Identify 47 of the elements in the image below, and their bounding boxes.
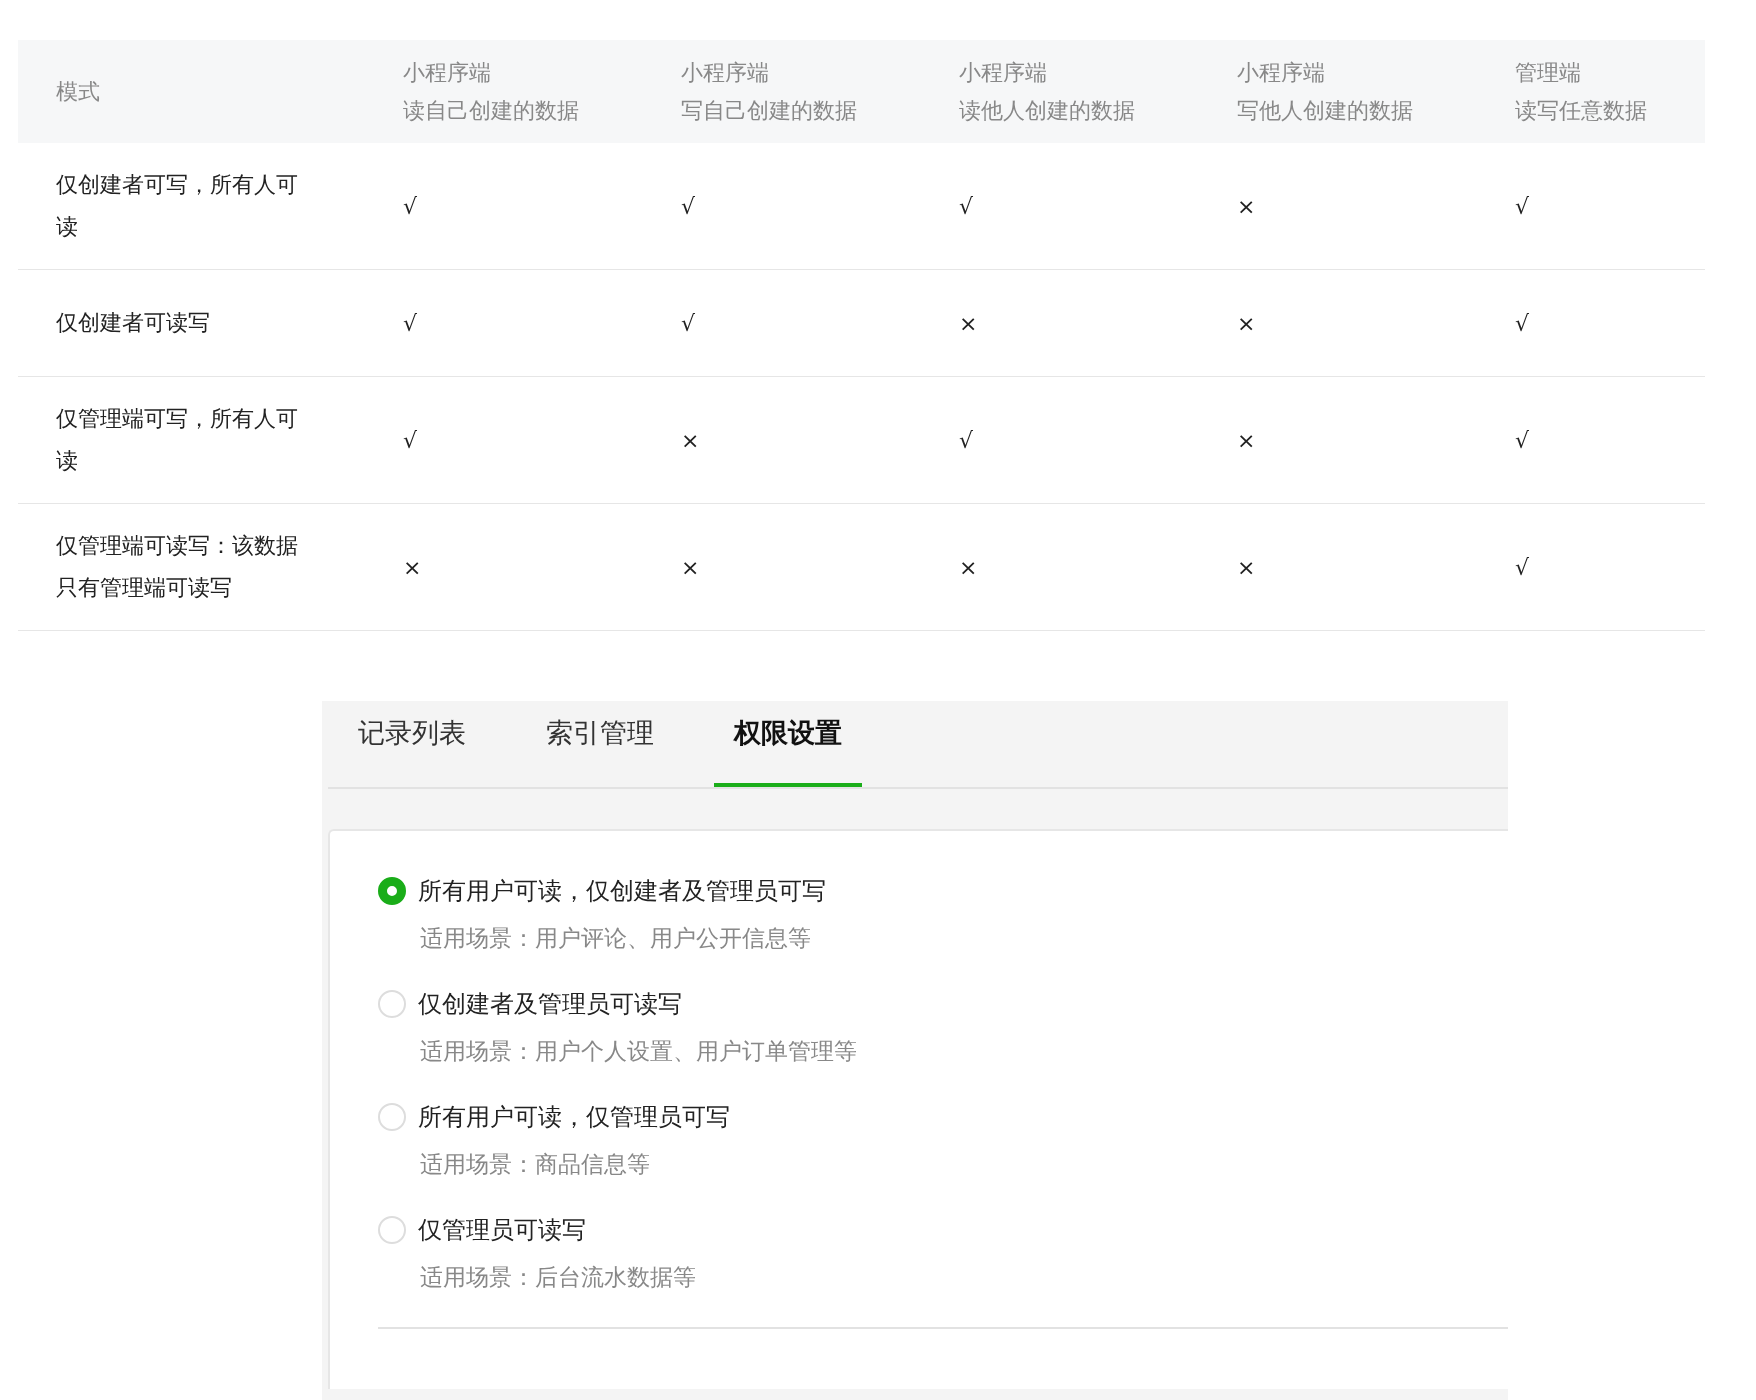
table-cell: √: [1515, 427, 1530, 453]
table-cell-text: 仅创建者可读写: [56, 309, 211, 337]
table-cell: √: [681, 310, 696, 336]
column-header: 读自己创建的数据: [403, 97, 580, 124]
tab[interactable]: 权限设置: [714, 701, 862, 787]
column-header: 小程序端: [681, 59, 770, 86]
column-header: 写他人创建的数据: [1237, 97, 1414, 124]
table-cell: √: [403, 193, 418, 219]
table-cell: ×: [681, 427, 700, 453]
table-cell: √: [403, 310, 418, 336]
table-cell: ×: [1237, 310, 1256, 336]
column-header: 小程序端: [403, 59, 492, 86]
option-hint: 适用场景：商品信息等: [420, 1150, 651, 1179]
option-label[interactable]: 仅创建者及管理员可读写: [418, 988, 682, 1020]
option-hint: 适用场景：用户个人设置、用户订单管理等: [420, 1037, 858, 1066]
table-cell: √: [959, 427, 974, 453]
table-cell: √: [403, 427, 418, 453]
radio-button[interactable]: [378, 877, 406, 905]
table-cell: √: [1515, 554, 1530, 580]
table-cell: ×: [681, 554, 700, 580]
column-header: 小程序端: [1237, 59, 1326, 86]
option-hint: 适用场景：后台流水数据等: [420, 1263, 697, 1292]
column-header: 模式: [56, 78, 101, 105]
table-cell: √: [1515, 310, 1530, 336]
table-cell: ×: [959, 310, 978, 336]
column-header: 小程序端: [959, 59, 1048, 86]
table-cell: ×: [1237, 554, 1256, 580]
table-cell-text: 仅创建者可写，所有人可读: [56, 171, 299, 241]
table-cell: ×: [1237, 193, 1256, 219]
table-cell: ×: [959, 554, 978, 580]
column-header: 读他人创建的数据: [959, 97, 1136, 124]
table-cell: ×: [1237, 427, 1256, 453]
tab[interactable]: 记录列表: [338, 701, 486, 787]
table-cell: √: [681, 193, 696, 219]
column-header: 管理端: [1515, 59, 1582, 86]
table-cell-text: 仅管理端可读写：该数据只有管理端可读写: [56, 532, 299, 602]
option-hint: 适用场景：用户评论、用户公开信息等: [420, 924, 812, 953]
tab[interactable]: 索引管理: [526, 701, 674, 787]
table-cell-text: 仅管理端可写，所有人可读: [56, 405, 299, 475]
option-label[interactable]: 所有用户可读，仅管理员可写: [418, 1101, 730, 1133]
column-header: 读写任意数据: [1515, 97, 1648, 124]
table-cell: √: [1515, 193, 1530, 219]
column-header: 写自己创建的数据: [681, 97, 858, 124]
option-label[interactable]: 仅管理员可读写: [418, 1214, 586, 1246]
table-cell: √: [959, 193, 974, 219]
table-cell: ×: [403, 554, 422, 580]
option-label[interactable]: 所有用户可读，仅创建者及管理员可写: [418, 875, 826, 907]
